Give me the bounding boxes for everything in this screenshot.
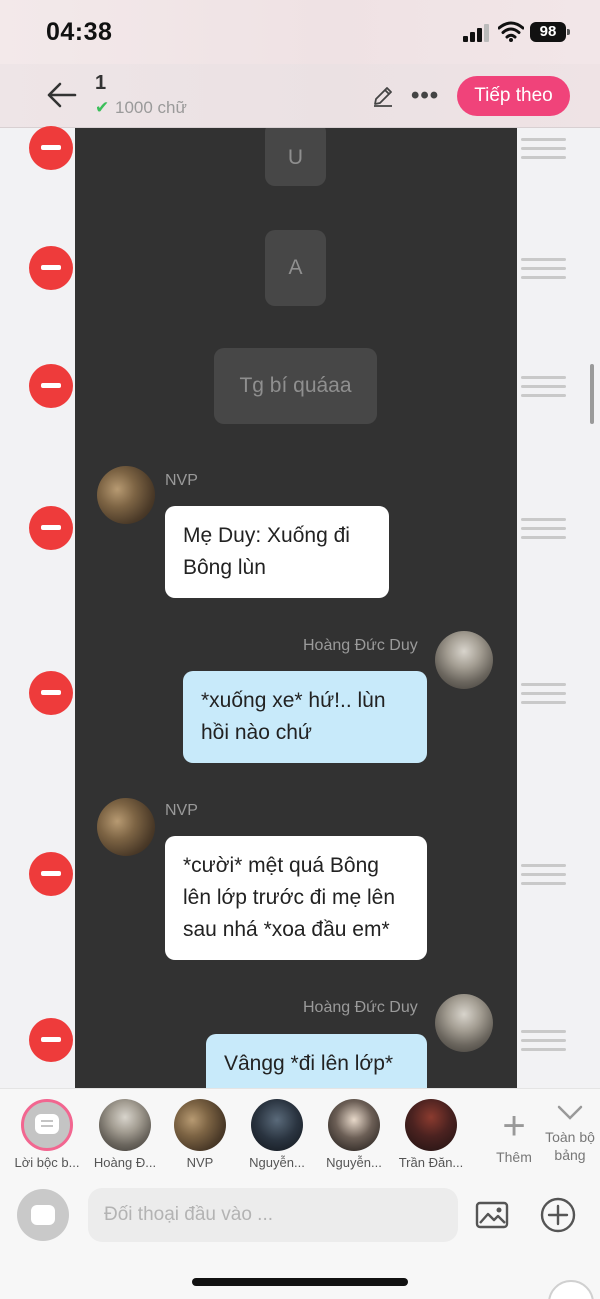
chapter-title[interactable]: 1 [95, 72, 106, 95]
drag-handle-icon[interactable] [521, 518, 566, 540]
drag-handle-icon[interactable] [521, 258, 566, 280]
drag-handle-icon[interactable] [521, 376, 566, 398]
drag-handle-icon[interactable] [521, 1030, 566, 1052]
character-item[interactable]: NVP [163, 1099, 237, 1170]
check-icon: ✔ [95, 98, 110, 117]
delete-message-button[interactable] [29, 506, 73, 550]
sender-name: Hoàng Đức Duy [303, 999, 418, 1016]
sender-name: Hoàng Đức Duy [303, 637, 418, 654]
scroll-up-button[interactable] [548, 1280, 594, 1299]
character-label: Nguyễn... [326, 1155, 382, 1170]
drag-handle-icon[interactable] [521, 864, 566, 886]
delete-message-button[interactable] [29, 364, 73, 408]
delete-message-button[interactable] [29, 126, 73, 170]
narration-bubble[interactable]: A [265, 230, 326, 306]
character-item[interactable]: Nguyễn... [240, 1099, 314, 1170]
character-item[interactable]: Trần Đăn... [394, 1099, 468, 1170]
avatar [97, 466, 155, 524]
delete-message-button[interactable] [29, 852, 73, 896]
add-circle-icon[interactable] [538, 1195, 578, 1235]
chevron-down-icon [557, 1105, 583, 1120]
narration-bubble[interactable]: U [265, 128, 326, 186]
add-character-button[interactable]: + Thêm [487, 1104, 541, 1165]
battery-icon: 98 [530, 22, 570, 42]
next-button[interactable]: Tiếp theo [457, 76, 570, 116]
avatar [251, 1099, 303, 1151]
character-label: Lời bộc b... [14, 1155, 80, 1170]
dialogue-input[interactable] [88, 1188, 458, 1242]
avatar [97, 798, 155, 856]
narration-icon [21, 1099, 73, 1151]
sender-name: NVP [165, 802, 198, 819]
editor-header: 1 ✔ 1000 chữ ••• Tiếp theo [0, 64, 600, 128]
signal-icon [463, 24, 489, 42]
wifi-icon [498, 21, 524, 42]
character-label: NVP [186, 1155, 214, 1170]
word-count-label: 1000 chữ [115, 98, 187, 117]
add-character-label: Thêm [496, 1149, 532, 1165]
character-label: Trần Đăn... [398, 1155, 464, 1170]
sender-name: NVP [165, 472, 198, 489]
message-bubble[interactable]: *cười* mệt quá Bông lên lớp trước đi mẹ … [165, 836, 427, 960]
drag-handle-icon[interactable] [521, 138, 566, 160]
delete-message-button[interactable] [29, 1018, 73, 1062]
message-bubble[interactable]: *xuống xe* hứ!.. lùn hồi nào chứ [183, 671, 427, 763]
word-count: ✔ 1000 chữ [95, 98, 187, 118]
more-options-icon[interactable]: ••• [411, 82, 439, 110]
status-bar: 04:38 98 [0, 0, 600, 64]
full-table-label: Toàn bộ bảng [545, 1129, 595, 1163]
image-icon[interactable] [475, 1200, 509, 1230]
avatar [435, 994, 493, 1052]
plus-icon: + [502, 1104, 526, 1148]
avatar [174, 1099, 226, 1151]
avatar [328, 1099, 380, 1151]
avatar [99, 1099, 151, 1151]
status-time: 04:38 [46, 18, 113, 46]
delete-message-button[interactable] [29, 246, 73, 290]
message-bubble[interactable]: Vângg *đi lên lớp* [206, 1034, 427, 1088]
avatar [405, 1099, 457, 1151]
character-label: Hoàng Đ... [93, 1155, 157, 1170]
character-label: Nguyễn... [249, 1155, 305, 1170]
delete-message-button[interactable] [29, 671, 73, 715]
back-arrow-icon[interactable] [44, 80, 78, 110]
narration-toggle-button[interactable] [17, 1189, 69, 1241]
character-item[interactable]: Hoàng Đ... [88, 1099, 162, 1170]
character-bar: Lời bộc b... Hoàng Đ... NVP Nguyễn... Ng… [0, 1088, 600, 1180]
home-indicator [192, 1278, 408, 1286]
full-table-button[interactable]: Toàn bộ bảng [540, 1101, 600, 1164]
scrollbar[interactable] [590, 364, 594, 424]
character-narration[interactable]: Lời bộc b... [10, 1099, 84, 1170]
input-row [0, 1180, 600, 1299]
narration-bubble[interactable]: Tg bí quáaa [214, 348, 377, 424]
edit-pencil-icon[interactable] [371, 84, 395, 108]
drag-handle-icon[interactable] [521, 683, 566, 705]
message-bubble[interactable]: Mẹ Duy: Xuống đi Bông lùn [165, 506, 389, 598]
character-item[interactable]: Nguyễn... [317, 1099, 391, 1170]
avatar [435, 631, 493, 689]
chat-editor[interactable]: U A Tg bí quáaa NVP Mẹ Duy: Xuống đi Bôn… [75, 128, 517, 1088]
